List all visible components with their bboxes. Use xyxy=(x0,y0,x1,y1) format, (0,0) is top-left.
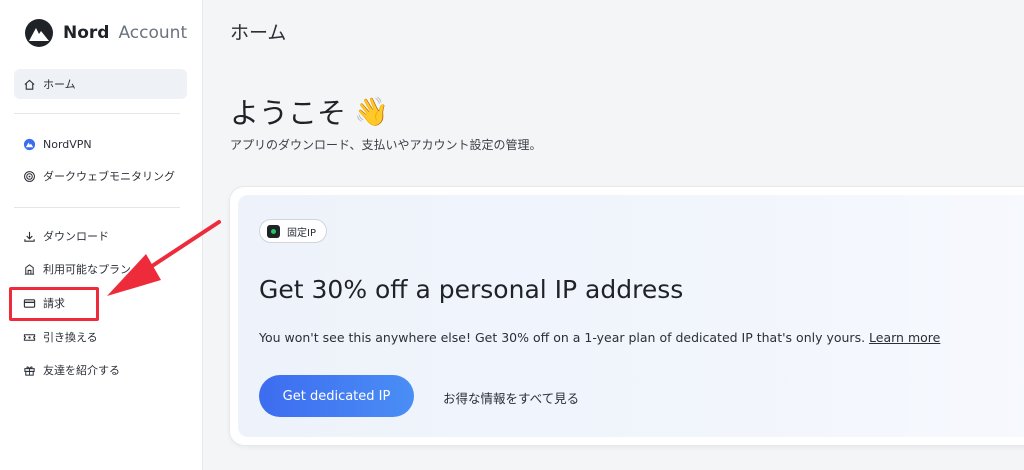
sidebar-item-label: NordVPN xyxy=(43,137,92,151)
welcome-text: ようこそ xyxy=(230,96,347,130)
sidebar-item-label: 引き換える xyxy=(43,331,98,344)
promo-card-inner: 固定IP Get 30% off a personal IP address Y… xyxy=(238,195,1024,437)
sidebar-item-dark-web-monitor[interactable]: ダークウェブモニタリング xyxy=(14,161,187,191)
sidebar-item-redeem[interactable]: 引き換える xyxy=(14,322,187,352)
sidebar-divider xyxy=(14,113,180,114)
dedicated-ip-badge: 固定IP xyxy=(259,219,327,243)
nordvpn-icon xyxy=(22,137,36,151)
sidebar-item-download[interactable]: ダウンロード xyxy=(14,221,187,251)
promo-text: You won't see this anywhere else! Get 30… xyxy=(259,330,866,345)
plans-icon xyxy=(22,262,36,276)
sidebar-item-label: 友達を紹介する xyxy=(43,364,120,377)
welcome-heading: ようこそ 👋 xyxy=(230,90,389,132)
download-icon xyxy=(22,229,36,243)
dark-web-monitor-icon xyxy=(22,169,36,183)
billing-highlight-box xyxy=(9,287,99,321)
waving-hand-icon: 👋 xyxy=(354,94,389,128)
get-dedicated-ip-button[interactable]: Get dedicated IP xyxy=(259,375,414,417)
badge-label: 固定IP xyxy=(287,227,316,239)
promo-card: 固定IP Get 30% off a personal IP address Y… xyxy=(230,187,1024,445)
sidebar-item-nordvpn[interactable]: NordVPN xyxy=(14,129,187,159)
sidebar-divider xyxy=(14,207,180,208)
promo-description: You won't see this anywhere else! Get 30… xyxy=(259,330,940,345)
sidebar-item-label: 利用可能なプラン xyxy=(43,263,131,276)
brand-product: Account xyxy=(118,23,188,43)
sidebar-item-label: ダークウェブモニタリング xyxy=(43,170,175,183)
home-icon xyxy=(22,77,36,91)
sidebar-item-label: ホーム xyxy=(43,78,76,91)
sidebar-item-plans[interactable]: 利用可能なプラン xyxy=(14,254,187,284)
sidebar-item-label: ダウンロード xyxy=(43,230,109,243)
gift-icon xyxy=(22,363,36,377)
welcome-subtitle: アプリのダウンロード、支払いやアカウント設定の管理。 xyxy=(230,138,542,152)
sidebar: Nord Account ホーム NordVPN ダークウェブモニタリング ダウ… xyxy=(0,0,203,470)
sidebar-item-home[interactable]: ホーム xyxy=(14,69,187,99)
nord-account-logo[interactable]: Nord Account xyxy=(24,18,187,48)
brand-name: Nord xyxy=(63,23,110,43)
dedicated-ip-icon xyxy=(267,224,280,238)
promo-title: Get 30% off a personal IP address xyxy=(259,275,684,304)
main-content: ホーム ようこそ 👋 アプリのダウンロード、支払いやアカウント設定の管理。 固定… xyxy=(203,0,1024,470)
page-title: ホーム xyxy=(230,22,287,44)
see-all-deals-link[interactable]: お得な情報をすべて見る xyxy=(443,388,579,407)
nord-mountain-icon xyxy=(25,19,53,47)
ticket-icon xyxy=(22,330,36,344)
sidebar-item-refer-friend[interactable]: 友達を紹介する xyxy=(14,355,187,385)
learn-more-link[interactable]: Learn more xyxy=(869,330,940,345)
